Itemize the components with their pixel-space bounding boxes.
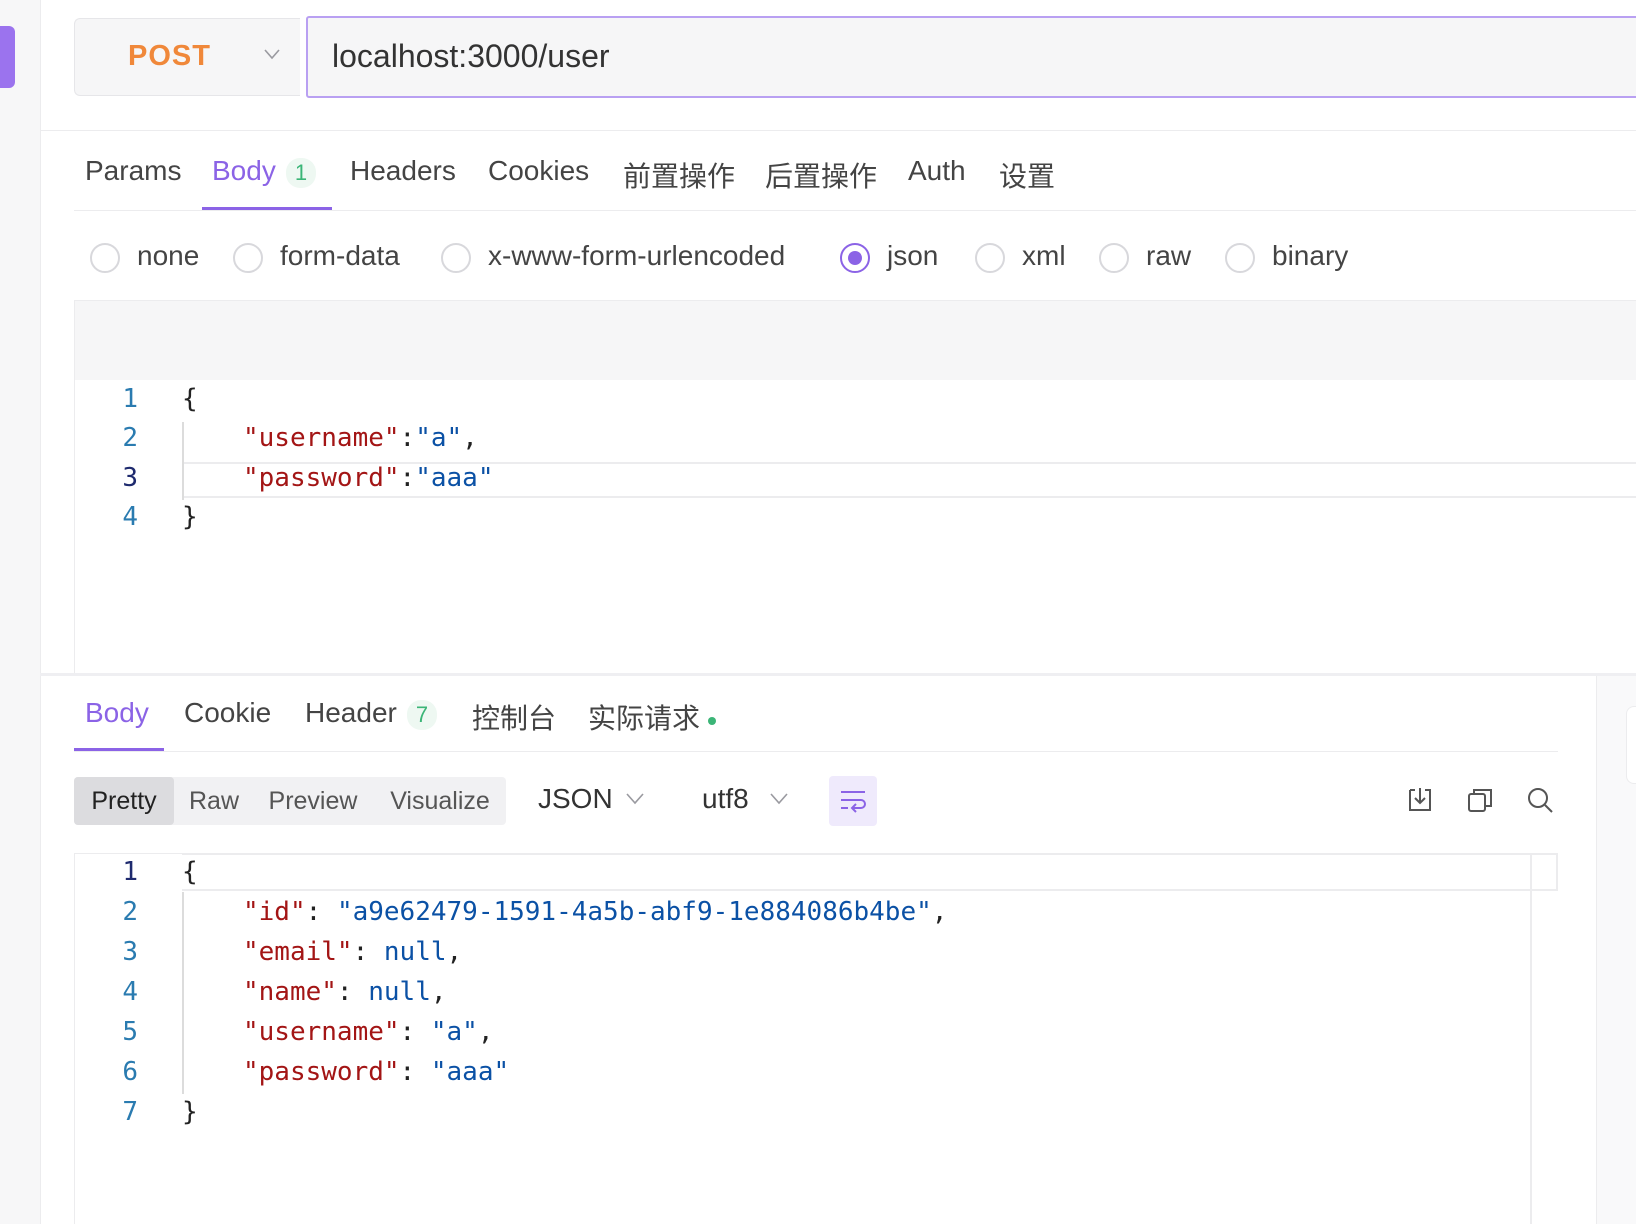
line-number: 1 bbox=[122, 857, 138, 887]
indent-guide bbox=[182, 892, 184, 1094]
wrap-lines-icon bbox=[841, 791, 866, 813]
vertical-scrollbar[interactable] bbox=[1530, 853, 1532, 1224]
line-number: 1 bbox=[122, 384, 138, 414]
side-panel-handle[interactable] bbox=[1626, 706, 1636, 784]
radio-raw[interactable] bbox=[1099, 243, 1129, 273]
radio-form-data[interactable] bbox=[233, 243, 263, 273]
radio-xml[interactable] bbox=[975, 243, 1005, 273]
chevron-down-icon bbox=[770, 793, 788, 805]
view-mode-preview[interactable]: Preview bbox=[258, 777, 368, 825]
wrap-lines-button[interactable] bbox=[829, 776, 877, 826]
line-number: 5 bbox=[122, 1017, 138, 1047]
tab-post-operations[interactable]: 后置操作 bbox=[765, 155, 877, 195]
current-line-highlight bbox=[182, 853, 1558, 891]
tab-pre-operations[interactable]: 前置操作 bbox=[623, 155, 735, 195]
radio-label-form-data[interactable]: form-data bbox=[280, 240, 400, 272]
line-number: 6 bbox=[122, 1057, 138, 1087]
response-tab-cookie[interactable]: Cookie bbox=[184, 697, 271, 729]
response-tab-header[interactable]: Header 7 bbox=[305, 697, 438, 730]
line-number: 3 bbox=[122, 937, 138, 967]
body-count-badge: 1 bbox=[285, 157, 317, 188]
line-number: 3 bbox=[122, 463, 138, 493]
code-line: } bbox=[182, 1097, 198, 1127]
method-label: POST bbox=[128, 40, 211, 72]
panel-splitter[interactable] bbox=[40, 673, 1636, 676]
divider bbox=[40, 130, 1636, 131]
radio-json[interactable] bbox=[840, 243, 870, 273]
radio-label-raw[interactable]: raw bbox=[1146, 240, 1191, 272]
code-line: "id": "a9e62479-1591-4a5b-abf9-1e884086b… bbox=[243, 897, 948, 927]
code-line: } bbox=[182, 502, 198, 532]
code-line: "password":"aaa" bbox=[243, 463, 494, 493]
format-select[interactable]: JSON bbox=[538, 783, 613, 815]
view-mode-raw[interactable]: Raw bbox=[176, 777, 252, 825]
request-editor-toolbar bbox=[74, 300, 1636, 380]
line-number: 4 bbox=[122, 977, 138, 1007]
chevron-down-icon bbox=[626, 793, 644, 805]
code-line: "name": null, bbox=[243, 977, 447, 1007]
encoding-select[interactable]: utf8 bbox=[702, 783, 749, 815]
radio-label-binary[interactable]: binary bbox=[1272, 240, 1348, 272]
sidebar-active-indicator bbox=[0, 26, 15, 88]
line-number: 2 bbox=[122, 423, 138, 453]
download-icon[interactable] bbox=[1404, 784, 1436, 816]
tab-auth[interactable]: Auth bbox=[908, 155, 966, 187]
radio-binary[interactable] bbox=[1225, 243, 1255, 273]
code-line: "password": "aaa" bbox=[243, 1057, 510, 1087]
code-line: "username":"a", bbox=[243, 423, 478, 453]
line-number: 7 bbox=[122, 1097, 138, 1127]
response-tab-body[interactable]: Body bbox=[85, 697, 149, 729]
radio-label-urlencoded[interactable]: x-www-form-urlencoded bbox=[488, 240, 785, 272]
url-text: localhost:3000/user bbox=[332, 38, 610, 74]
line-number: 4 bbox=[122, 502, 138, 532]
line-number: 2 bbox=[122, 897, 138, 927]
indent-guide bbox=[182, 422, 184, 500]
search-icon[interactable] bbox=[1524, 784, 1556, 816]
left-sidebar-strip bbox=[0, 0, 41, 1224]
radio-label-none[interactable]: none bbox=[137, 240, 199, 272]
code-line: "email": null, bbox=[243, 937, 463, 967]
code-line: { bbox=[182, 857, 198, 887]
response-tab-console[interactable]: 控制台 bbox=[472, 697, 556, 737]
view-mode-pretty[interactable]: Pretty bbox=[74, 777, 174, 825]
view-mode-visualize[interactable]: Visualize bbox=[380, 777, 500, 825]
status-dot bbox=[708, 716, 717, 725]
tab-cookies[interactable]: Cookies bbox=[488, 155, 589, 187]
radio-label-xml[interactable]: xml bbox=[1022, 240, 1066, 272]
divider bbox=[74, 210, 1636, 211]
tab-settings[interactable]: 设置 bbox=[999, 155, 1055, 195]
code-line: "username": "a", bbox=[243, 1017, 494, 1047]
header-count-badge: 7 bbox=[406, 699, 438, 730]
response-tab-actual-request[interactable]: 实际请求 bbox=[588, 697, 717, 737]
radio-none[interactable] bbox=[90, 243, 120, 273]
radio-label-json[interactable]: json bbox=[887, 240, 938, 272]
tab-headers[interactable]: Headers bbox=[350, 155, 456, 187]
copy-icon[interactable] bbox=[1464, 784, 1496, 816]
divider bbox=[74, 751, 1558, 752]
tab-params[interactable]: Params bbox=[85, 155, 181, 187]
tab-body[interactable]: Body 1 bbox=[212, 155, 317, 188]
radio-urlencoded[interactable] bbox=[441, 243, 471, 273]
code-line: { bbox=[182, 384, 198, 414]
chevron-down-icon bbox=[264, 49, 280, 60]
